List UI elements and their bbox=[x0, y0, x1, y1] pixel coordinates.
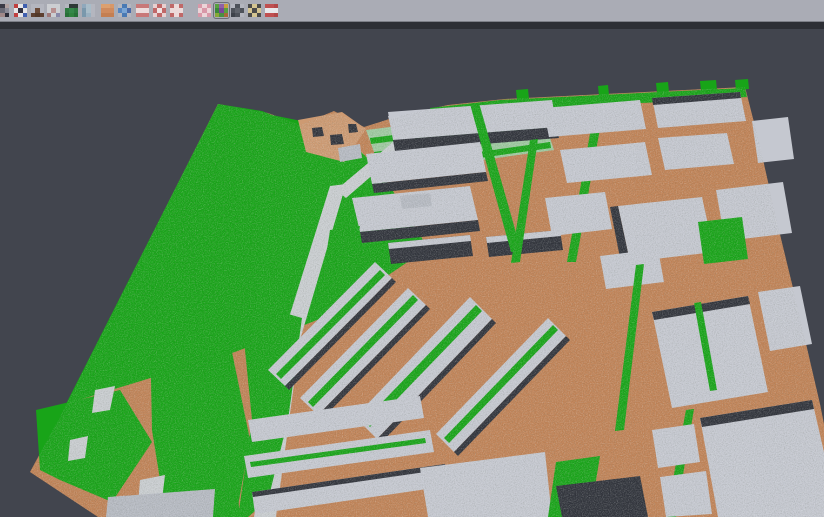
sparse-points-icon[interactable] bbox=[47, 4, 60, 17]
point-classes-icon[interactable] bbox=[14, 4, 27, 17]
vegetation-model-icon[interactable] bbox=[65, 4, 78, 17]
texture-tool-icon[interactable] bbox=[0, 4, 9, 17]
window-band bbox=[0, 22, 824, 29]
settings-ring-icon[interactable] bbox=[153, 4, 166, 17]
grid-overlay-icon[interactable] bbox=[198, 4, 211, 17]
application-window bbox=[0, 0, 824, 517]
clear-selection-icon[interactable] bbox=[248, 4, 261, 17]
noise-overlay-dark bbox=[0, 70, 824, 517]
profile-tool-icon[interactable] bbox=[82, 4, 95, 17]
layers-icon[interactable] bbox=[136, 4, 149, 17]
red-bars-icon[interactable] bbox=[265, 4, 278, 17]
viewport-3d[interactable] bbox=[0, 0, 824, 517]
terrain-model-icon[interactable] bbox=[31, 4, 44, 17]
ortho-image-icon[interactable] bbox=[101, 4, 114, 17]
sphere-render-icon[interactable] bbox=[231, 4, 244, 17]
globe-view-icon[interactable] bbox=[118, 4, 131, 17]
classification-view-icon[interactable] bbox=[215, 4, 228, 17]
zoom-extents-icon[interactable] bbox=[170, 4, 183, 17]
toolbar bbox=[0, 0, 824, 22]
viewport-canvas[interactable] bbox=[0, 0, 824, 517]
